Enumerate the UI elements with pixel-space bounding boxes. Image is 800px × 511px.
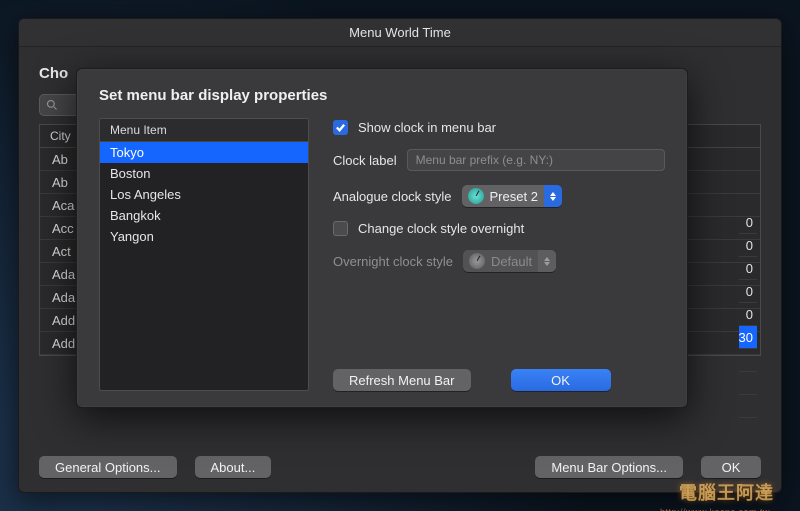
time-column-partial: 0000030 — [739, 211, 757, 418]
window-titlebar: Menu World Time — [19, 19, 781, 47]
time-cell-partial: 0 — [739, 303, 757, 326]
show-clock-row[interactable]: Show clock in menu bar — [333, 120, 665, 135]
sheet-ok-button[interactable]: OK — [511, 369, 611, 391]
overnight-style-row: Overnight clock style Default — [333, 250, 665, 272]
overnight-style-value: Default — [491, 254, 532, 269]
time-cell-partial — [739, 372, 757, 395]
time-cell-partial: 0 — [739, 234, 757, 257]
clock-label-input[interactable]: Menu bar prefix (e.g. NY:) — [407, 149, 665, 171]
time-cell-partial: 30 — [739, 326, 757, 349]
time-cell-partial: 0 — [739, 280, 757, 303]
popup-arrows-icon — [544, 185, 562, 207]
checkmark-icon — [335, 122, 346, 133]
sheet-right-pane: Show clock in menu bar Clock label Menu … — [333, 118, 665, 391]
menu-item-list-header[interactable]: Menu Item — [100, 119, 308, 142]
overnight-style-popup: Default — [463, 250, 556, 272]
time-cell-partial: 0 — [739, 257, 757, 280]
city-name-cell: Ada — [52, 290, 75, 305]
search-icon — [46, 99, 58, 111]
city-name-cell: Add — [52, 336, 75, 351]
menu-item-list: Menu Item TokyoBostonLos AngelesBangkokY… — [99, 118, 309, 391]
analogue-style-label: Analogue clock style — [333, 189, 452, 204]
show-clock-checkbox[interactable] — [333, 120, 348, 135]
window-title: Menu World Time — [349, 25, 451, 40]
city-name-cell: Acc — [52, 221, 74, 236]
city-name-cell: Ab — [52, 152, 68, 167]
list-item[interactable]: Los Angeles — [100, 184, 308, 205]
popup-arrows-icon — [538, 250, 556, 272]
change-overnight-label: Change clock style overnight — [358, 221, 524, 236]
refresh-menu-bar-button[interactable]: Refresh Menu Bar — [333, 369, 471, 391]
about-button[interactable]: About... — [195, 456, 272, 478]
menu-bar-options-button[interactable]: Menu Bar Options... — [535, 456, 683, 478]
city-name-cell: Ab — [52, 175, 68, 190]
list-item[interactable]: Tokyo — [100, 142, 308, 163]
list-item[interactable]: Boston — [100, 163, 308, 184]
bottom-button-row: General Options... About... Menu Bar Opt… — [39, 456, 761, 478]
clock-label-text: Clock label — [333, 153, 397, 168]
sheet-title: Set menu bar display properties — [99, 87, 665, 104]
list-item[interactable]: Bangkok — [100, 205, 308, 226]
analogue-style-popup[interactable]: Preset 2 — [462, 185, 562, 207]
clock-label-row: Clock label Menu bar prefix (e.g. NY:) — [333, 149, 665, 171]
change-overnight-checkbox[interactable] — [333, 221, 348, 236]
menu-bar-properties-sheet: Set menu bar display properties Menu Ite… — [76, 68, 688, 408]
general-options-button[interactable]: General Options... — [39, 456, 177, 478]
overnight-style-label: Overnight clock style — [333, 254, 453, 269]
city-name-cell: Add — [52, 313, 75, 328]
show-clock-label: Show clock in menu bar — [358, 120, 496, 135]
clock-label-placeholder: Menu bar prefix (e.g. NY:) — [416, 153, 553, 167]
analogue-style-value: Preset 2 — [490, 189, 538, 204]
sheet-button-row: Refresh Menu Bar OK — [333, 369, 665, 391]
clock-preset-icon — [468, 188, 484, 204]
analogue-style-row: Analogue clock style Preset 2 — [333, 185, 665, 207]
time-cell-partial — [739, 349, 757, 372]
city-name-cell: Ada — [52, 267, 75, 282]
main-ok-button[interactable]: OK — [701, 456, 761, 478]
time-cell-partial: 0 — [739, 211, 757, 234]
change-overnight-row[interactable]: Change clock style overnight — [333, 221, 665, 236]
clock-preset-icon — [469, 253, 485, 269]
city-name-cell: Aca — [52, 198, 74, 213]
city-name-cell: Act — [52, 244, 71, 259]
list-item[interactable]: Yangon — [100, 226, 308, 247]
time-cell-partial — [739, 395, 757, 418]
